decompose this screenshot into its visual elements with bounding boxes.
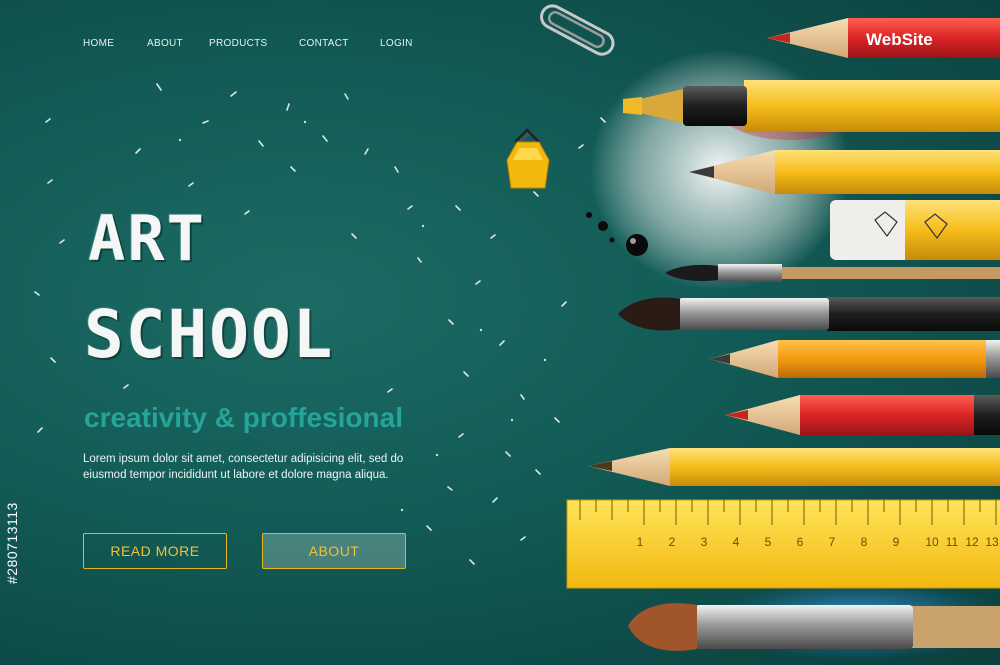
ruler-number: 9	[893, 535, 900, 549]
ruler-number: 8	[861, 535, 868, 549]
ruler-number: 11	[946, 535, 959, 549]
yellow-pencil-2	[588, 448, 1000, 486]
landing-page: HOME ABOUT PRODUCTS CONTACT LOGIN ART SC…	[0, 0, 1000, 665]
ruler-number: 5	[765, 535, 772, 549]
eraser	[830, 200, 1000, 260]
ruler-number: 3	[701, 535, 708, 549]
flat-paintbrush	[628, 603, 1000, 651]
orange-pencil	[710, 340, 1000, 378]
thin-paintbrush	[665, 264, 1000, 282]
ruler-number: 13	[985, 535, 999, 549]
ruler-number: 1	[637, 535, 644, 549]
red-pencil	[725, 395, 1000, 435]
ruler-number: 4	[733, 535, 740, 549]
binder-clip-icon	[506, 128, 550, 189]
ruler-number: 10	[925, 535, 939, 549]
art-supplies-illustration: 1 2 3 4 5 6 7 8 9 10 11 12 13	[506, 4, 1000, 660]
ruler: 1 2 3 4 5 6 7 8 9 10 11 12 13	[566, 499, 1000, 589]
pencil-website-label: WebSite	[866, 30, 933, 49]
thick-paintbrush	[618, 297, 1000, 331]
ruler-number: 12	[965, 535, 979, 549]
ruler-number: 6	[797, 535, 804, 549]
paperclip-icon	[540, 4, 615, 56]
ruler-number: 7	[829, 535, 836, 549]
ruler-number: 2	[669, 535, 676, 549]
